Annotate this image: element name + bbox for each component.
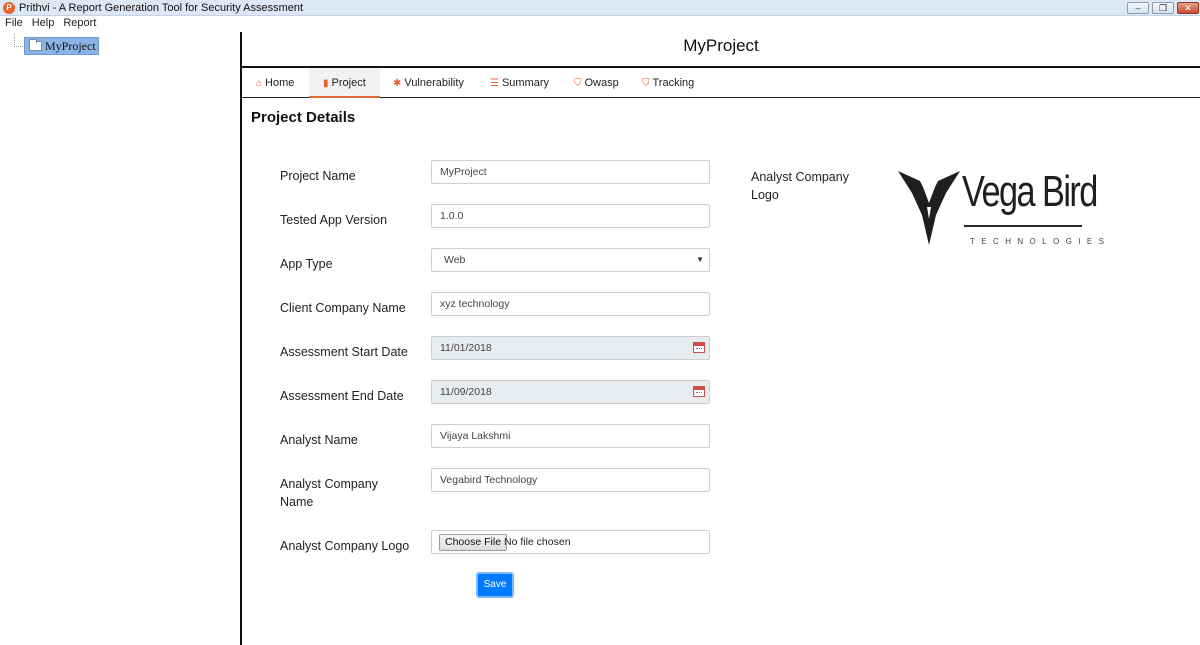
- calendar-icon[interactable]: [693, 386, 705, 397]
- tree-item-myproject[interactable]: MyProject: [24, 37, 99, 55]
- close-button[interactable]: ✕: [1177, 2, 1199, 14]
- analyst-company-label: Analyst Company Name: [280, 475, 378, 511]
- tab-owasp[interactable]: ⛉ Owasp: [560, 68, 633, 98]
- calendar-icon[interactable]: [693, 342, 705, 353]
- window-title-bar: P Prithvi - A Report Generation Tool for…: [0, 0, 1200, 16]
- project-name-input[interactable]: MyProject: [431, 160, 710, 184]
- tab-project[interactable]: ▮ Project: [309, 68, 380, 98]
- start-date-label: Assessment Start Date: [280, 345, 408, 359]
- menu-file[interactable]: File: [5, 17, 23, 29]
- logo-underline: [964, 225, 1082, 227]
- logo-panel-label: Analyst Company Logo: [751, 168, 849, 204]
- tab-bar: ⌂ Home ▮ Project ✱ Vulnerability ☰ Summary ⛉…: [242, 68, 1200, 98]
- tab-tracking[interactable]: ⛉ Tracking: [628, 68, 708, 98]
- tab-home[interactable]: ⌂ Home: [242, 68, 308, 98]
- tab-label: Home: [265, 77, 295, 89]
- start-date-input[interactable]: 11/01/2018: [431, 336, 710, 360]
- tab-summary[interactable]: ☰ Summary: [476, 68, 563, 98]
- company-logo: Vega Bird TECHNOLOGIES: [896, 167, 1104, 252]
- maximize-button[interactable]: ❐: [1152, 2, 1174, 14]
- menu-help[interactable]: Help: [32, 17, 55, 29]
- analyst-name-input[interactable]: Vijaya Lakshmi: [431, 424, 710, 448]
- bird-emblem-icon: [898, 171, 960, 245]
- logo-subtitle: TECHNOLOGIES: [970, 237, 1111, 246]
- save-button[interactable]: Save: [476, 572, 514, 598]
- logo-wordmark: Vega Bird: [962, 167, 1098, 216]
- app-type-select[interactable]: Web ▼: [431, 248, 710, 272]
- tab-label: Owasp: [584, 77, 619, 89]
- start-date-value: 11/01/2018: [440, 342, 492, 354]
- main-panel: MyProject ⌂ Home ▮ Project ✱ Vulnerability …: [242, 32, 1200, 645]
- list-icon: ☰: [490, 78, 499, 89]
- file-icon: ▮: [323, 78, 329, 89]
- end-date-label: Assessment End Date: [280, 389, 404, 403]
- tab-label: Tracking: [652, 77, 695, 89]
- project-name-label: Project Name: [280, 169, 356, 183]
- file-status: No file chosen: [504, 536, 571, 548]
- analyst-name-label: Analyst Name: [280, 433, 358, 447]
- choose-file-button[interactable]: Choose File: [439, 534, 508, 551]
- analyst-company-label-line1: Analyst Company: [280, 477, 378, 491]
- app-type-label: App Type: [280, 257, 333, 271]
- app-version-input[interactable]: 1.0.0: [431, 204, 710, 228]
- menu-report[interactable]: Report: [63, 17, 96, 29]
- section-title: Project Details: [251, 109, 356, 126]
- tab-label: Summary: [501, 77, 550, 89]
- end-date-value: 11/09/2018: [440, 386, 492, 398]
- folder-icon: [29, 39, 42, 51]
- client-company-label: Client Company Name: [280, 301, 406, 315]
- app-icon: P: [3, 2, 15, 14]
- tab-label: Project: [331, 77, 366, 89]
- shield-icon: ⛉: [642, 78, 650, 89]
- home-icon: ⌂: [256, 78, 263, 89]
- app-version-label: Tested App Version: [280, 213, 388, 227]
- window-title: Prithvi - A Report Generation Tool for S…: [19, 2, 304, 14]
- logo-file-input[interactable]: Choose File No file chosen: [431, 530, 710, 554]
- logo-panel-label-line2: Logo: [751, 188, 779, 202]
- menu-bar: File Help Report: [0, 16, 240, 31]
- bug-icon: ✱: [393, 78, 402, 89]
- page-title: MyProject: [683, 36, 759, 55]
- analyst-logo-label: Analyst Company Logo: [280, 539, 410, 553]
- tree-item-label: MyProject: [45, 38, 96, 53]
- analyst-company-label-line2: Name: [280, 495, 314, 509]
- minimize-button[interactable]: –: [1127, 2, 1149, 14]
- tab-label: Vulnerability: [404, 77, 464, 89]
- shield-icon: ⛉: [574, 78, 582, 89]
- end-date-input[interactable]: 11/09/2018: [431, 380, 710, 404]
- chevron-down-icon: ▼: [696, 255, 704, 264]
- app-type-value: Web: [444, 254, 466, 266]
- tab-vulnerability[interactable]: ✱ Vulnerability: [379, 68, 478, 98]
- analyst-company-input[interactable]: Vegabird Technology: [431, 468, 710, 492]
- logo-panel-label-line1: Analyst Company: [751, 170, 849, 184]
- client-company-input[interactable]: xyz technology: [431, 292, 710, 316]
